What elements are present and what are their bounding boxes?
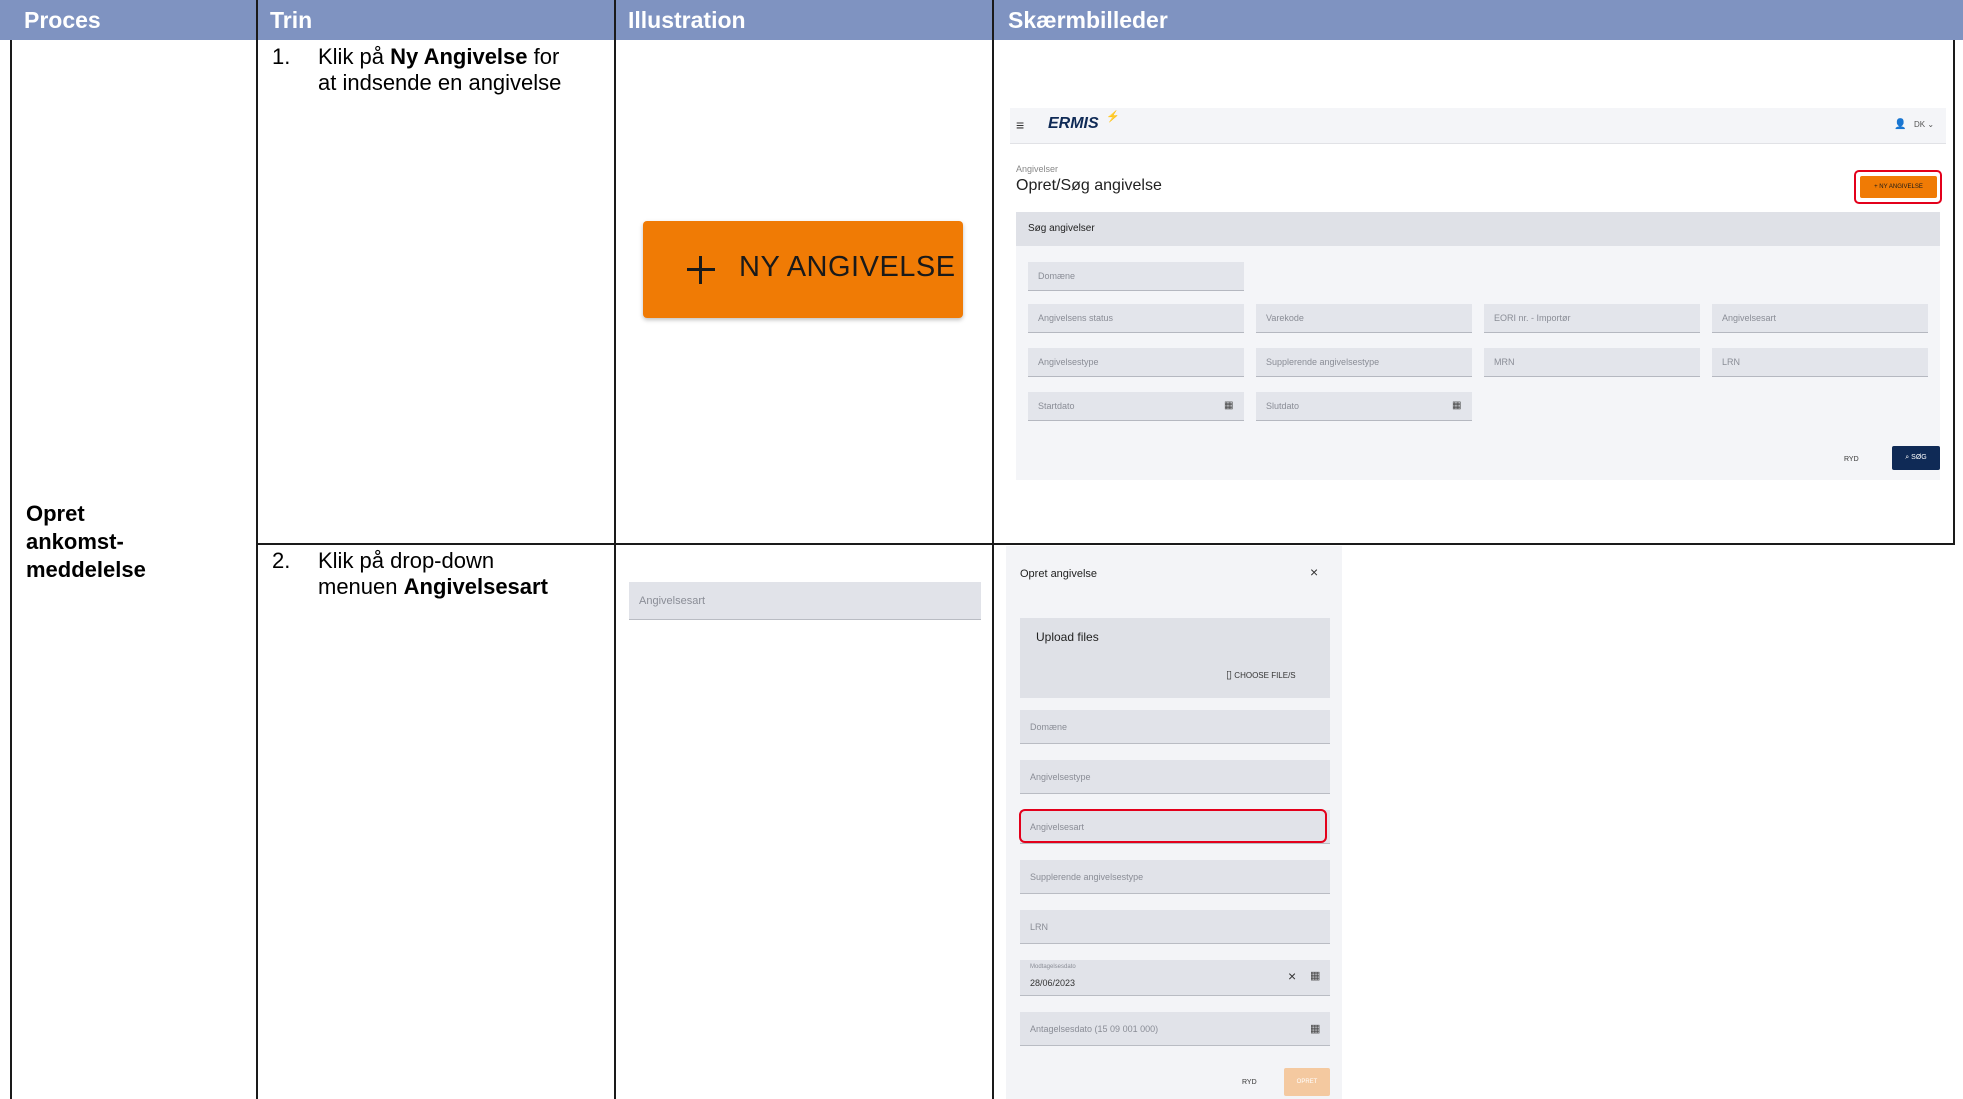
step-text: Klik på drop-down [318, 548, 495, 573]
choose-files-button[interactable]: ▯ CHOOSE FILE/S [1226, 668, 1296, 681]
step-text: Klik på [318, 44, 391, 69]
grid-line [256, 0, 258, 1099]
highlight-box [1019, 809, 1327, 843]
search-panel-title: Søg angivelser [1028, 223, 1095, 234]
upload-title: Upload files [1036, 630, 1099, 644]
grid-line [1953, 40, 1955, 545]
screenshot-create-dialog: Opret angivelse × Upload files ▯ CHOOSE … [1006, 546, 1342, 1099]
calendar-icon[interactable]: ▦ [1224, 392, 1233, 420]
modtagelsesdato-label: Modtagelsesdato [1030, 964, 1076, 970]
illustration-ny-angivelse-button: NY ANGIVELSE [643, 221, 963, 318]
lrn-field[interactable]: LRN [1020, 910, 1330, 944]
clear-button[interactable]: RYD [1844, 456, 1859, 463]
startdato-field[interactable]: Startdato ▦ [1028, 392, 1244, 421]
supplerende-field[interactable]: Supplerende angivelsestype [1256, 348, 1472, 377]
header-illustration: Illustration [628, 7, 746, 33]
ermis-logo: ERMIS [1048, 115, 1099, 132]
grid-line [10, 40, 12, 1099]
language-value: DK [1914, 120, 1926, 129]
step-1: 1. Klik på Ny Angivelse for at indsende … [272, 44, 607, 104]
menu-icon[interactable]: ≡ [1016, 117, 1024, 133]
app-bar: ≡ ERMIS ⚡ 👤 DK ⌄ [1010, 108, 1946, 144]
illustration-button-label: NY ANGIVELSE [739, 251, 956, 283]
screenshot-search-page: ≡ ERMIS ⚡ 👤 DK ⌄ Angivelser Opret/Søg an… [1010, 108, 1946, 488]
calendar-icon[interactable]: ▦ [1310, 1012, 1320, 1046]
grid-line [614, 0, 616, 1099]
modtagelsesdato-field[interactable]: Modtagelsesdato 28/06/2023 × ▦ [1020, 960, 1330, 996]
header-skaermbilleder: Skærmbilleder [1008, 7, 1168, 33]
status-field[interactable]: Angivelsens status [1028, 304, 1244, 333]
process-label: Opret ankomst- meddelelse [26, 500, 246, 584]
step-number: 1. [272, 44, 291, 69]
domaene-field[interactable]: Domæne [1020, 710, 1330, 744]
header-trin: Trin [270, 7, 313, 33]
varekode-field[interactable]: Varekode [1256, 304, 1472, 333]
choose-files-label: CHOOSE FILE/S [1234, 671, 1296, 680]
startdato-label: Startdato [1038, 401, 1075, 411]
process-line: ankomst- [26, 529, 124, 554]
step-text: menuen [318, 574, 404, 599]
mrn-field[interactable]: MRN [1484, 348, 1700, 377]
angivelsestype-field[interactable]: Angivelsestype [1028, 348, 1244, 377]
header-proces: Proces [24, 7, 101, 33]
lrn-field[interactable]: LRN [1712, 348, 1928, 377]
breadcrumb[interactable]: Angivelser [1016, 164, 1058, 174]
grid-line [256, 543, 1955, 545]
search-button[interactable]: ⌕ SØG [1892, 446, 1940, 470]
supplerende-field[interactable]: Supplerende angivelsestype [1020, 860, 1330, 894]
dialog-title: Opret angivelse [1020, 568, 1098, 580]
upload-section: Upload files ▯ CHOOSE FILE/S [1020, 618, 1330, 698]
angivelsestype-field[interactable]: Angivelsestype [1020, 760, 1330, 794]
page-title: Opret/Søg angivelse [1016, 177, 1162, 194]
grid-line [992, 0, 994, 1099]
slutdato-label: Slutdato [1266, 401, 1300, 411]
close-icon[interactable]: × [1310, 564, 1318, 580]
step-text: at indsende en angivelse [318, 70, 562, 95]
process-line: meddelelse [26, 557, 146, 582]
file-icon: ▯ [1226, 669, 1233, 681]
ny-angivelse-button[interactable]: + NY ANGIVELSE [1860, 176, 1937, 198]
calendar-icon[interactable]: ▦ [1310, 969, 1320, 982]
antagelsesdato-label: Antagelsesdato (15 09 001 000) [1030, 1024, 1159, 1034]
calendar-icon[interactable]: ▦ [1452, 392, 1461, 420]
step-2: 2. Klik på drop-down menuen Angivelsesar… [272, 548, 607, 608]
antagelsesdato-field[interactable]: Antagelsesdato (15 09 001 000) ▦ [1020, 1012, 1330, 1046]
clear-button[interactable]: RYD [1242, 1079, 1257, 1086]
logo-flash-icon: ⚡ [1106, 111, 1120, 123]
language-select[interactable]: DK ⌄ [1914, 120, 1934, 129]
user-icon[interactable]: 👤 [1894, 119, 1906, 130]
angivelsesart-field[interactable]: Angivelsesart [1712, 304, 1928, 333]
opret-button[interactable]: OPRET [1284, 1068, 1330, 1096]
step-text: for [527, 44, 560, 69]
process-line: Opret [26, 501, 85, 526]
search-panel: Søg angivelser Domæne Angivelsens status… [1016, 212, 1940, 480]
step-emphasis: Angivelsesart [403, 574, 548, 599]
search-panel-header: Søg angivelser [1016, 212, 1940, 246]
illustration-angivelsesart-field: Angivelsesart [629, 582, 981, 620]
search-button-label: SØG [1911, 454, 1927, 461]
clear-date-icon[interactable]: × [1288, 968, 1296, 984]
slutdato-field[interactable]: Slutdato ▦ [1256, 392, 1472, 421]
modtagelsesdato-value: 28/06/2023 [1030, 978, 1076, 988]
plus-icon [687, 256, 715, 284]
step-number: 2. [272, 548, 291, 573]
step-emphasis: Ny Angivelse [390, 44, 528, 69]
ny-angivelse-label: NY ANGIVELSE [1879, 184, 1923, 190]
domaene-field[interactable]: Domæne [1028, 262, 1244, 291]
eori-field[interactable]: EORI nr. - Importør [1484, 304, 1700, 333]
